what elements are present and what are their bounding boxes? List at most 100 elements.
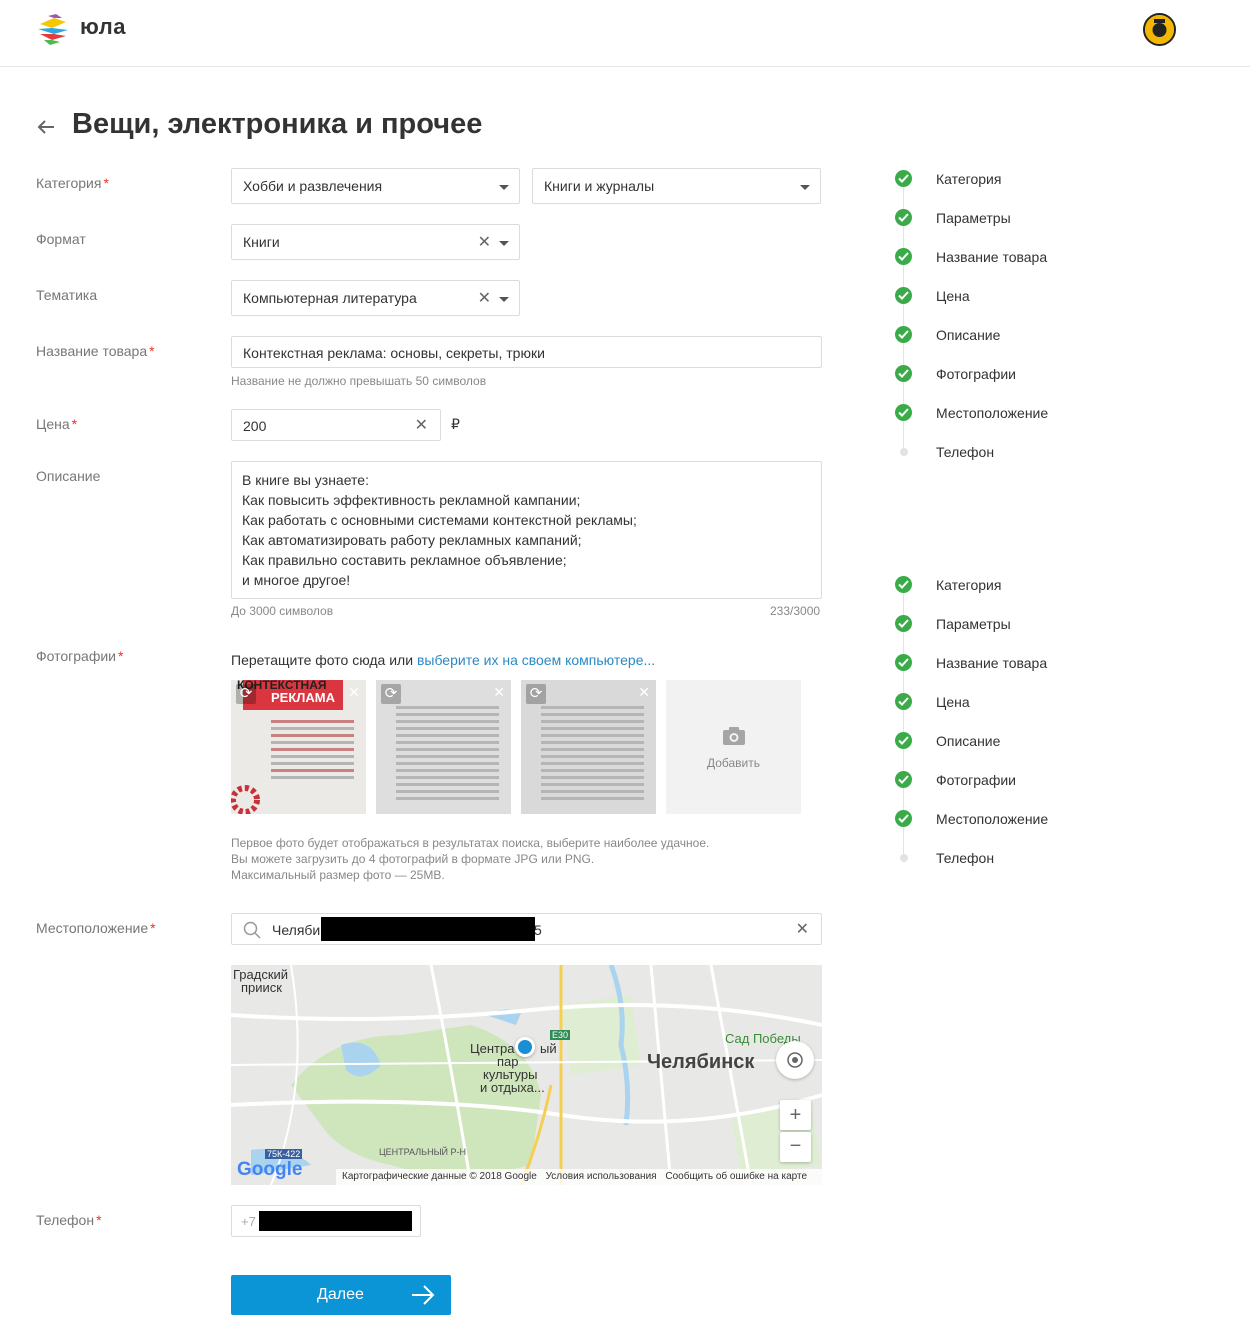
progress-step-label: Категория xyxy=(936,171,1002,187)
check-icon xyxy=(895,693,912,710)
progress-step-label: Название товара xyxy=(936,249,1048,265)
check-icon xyxy=(895,170,912,187)
progress-step-label: Телефон xyxy=(936,850,995,866)
check-icon xyxy=(895,732,912,749)
brand-name[interactable]: юла xyxy=(80,14,126,40)
choose-files-link[interactable]: выберите их на своем компьютере... xyxy=(417,652,655,668)
photo-thumbnail[interactable]: КОНТЕКСТНАЯ РЕКЛАМА ⟳ ✕ xyxy=(231,680,366,814)
theme-select[interactable]: Компьютерная литература ✕ xyxy=(231,280,520,316)
description-line: Как правильно составить рекламное объявл… xyxy=(242,552,567,568)
progress-step-label: Название товара xyxy=(936,655,1048,671)
check-icon xyxy=(895,404,912,421)
description-textarea[interactable]: В книге вы узнаете: Как повысить эффекти… xyxy=(231,461,822,599)
chevron-down-icon xyxy=(499,297,509,302)
gear-decoration-icon xyxy=(231,785,260,814)
photo-thumbnail[interactable]: ⟳ ✕ xyxy=(376,680,511,814)
my-location-button[interactable] xyxy=(776,1041,814,1079)
add-photo-button[interactable]: Добавить xyxy=(666,680,801,814)
check-icon xyxy=(895,209,912,226)
close-icon[interactable]: ✕ xyxy=(348,684,360,701)
location-value: Челяби xyxy=(272,922,321,938)
progress-step-label: Телефон xyxy=(936,444,995,460)
product-name-value: Контекстная реклама: основы, секреты, тр… xyxy=(243,345,545,361)
clear-icon[interactable]: ✕ xyxy=(415,415,428,435)
description-counter: 233/3000 xyxy=(770,604,821,618)
format-select[interactable]: Книги ✕ xyxy=(231,224,520,260)
progress-step-label: Цена xyxy=(936,694,970,710)
clear-icon[interactable]: ✕ xyxy=(478,288,491,308)
phone-label: Телефон * xyxy=(36,1212,102,1228)
chevron-down-icon xyxy=(499,185,509,190)
next-button-label: Далее xyxy=(317,1286,364,1303)
progress-step-label: Описание xyxy=(936,733,1001,749)
yula-logo-icon[interactable] xyxy=(36,12,70,46)
location-map[interactable]: Градский прииск Сад Победы Челябинск Цен… xyxy=(231,965,822,1185)
progress-step-label: Параметры xyxy=(936,210,1011,226)
map-footer: Картографические данные © 2018 Google Ус… xyxy=(336,1169,822,1185)
map-place-label: и отдыха... xyxy=(480,1080,545,1095)
top-header: юла xyxy=(0,0,1250,67)
map-road-badge: E30 xyxy=(550,1030,571,1040)
redacted-block xyxy=(259,1211,412,1231)
chevron-down-icon xyxy=(800,185,810,190)
product-name-hint: Название не должно превышать 50 символов xyxy=(231,374,487,388)
rotate-icon[interactable]: ⟳ xyxy=(381,684,401,704)
page-title: Вещи, электроника и прочее xyxy=(72,108,483,140)
category-value: Хобби и развлечения xyxy=(243,178,383,194)
google-logo: Google xyxy=(237,1159,303,1180)
subcategory-select[interactable]: Книги и журналы xyxy=(532,168,821,204)
close-icon[interactable]: ✕ xyxy=(493,684,505,701)
progress-step-label: Фотографии xyxy=(936,772,1017,788)
format-label: Формат xyxy=(36,231,86,247)
check-icon xyxy=(895,365,912,382)
map-terms-link[interactable]: Условия использования xyxy=(546,1171,657,1182)
next-button[interactable]: Далее xyxy=(231,1275,451,1315)
description-line: и многое другое! xyxy=(242,572,351,588)
user-avatar[interactable] xyxy=(1143,13,1176,46)
check-icon xyxy=(895,326,912,343)
location-label: Местоположение * xyxy=(36,920,156,936)
add-photo-label: Добавить xyxy=(706,756,761,770)
price-label: Цена * xyxy=(36,416,78,432)
price-input[interactable]: 200 ✕ xyxy=(231,409,441,441)
map-district-label: ЦЕНТРАЛЬНЫЙ Р-Н xyxy=(379,1147,467,1157)
progress-step-label: Местоположение xyxy=(936,405,1049,421)
subcategory-value: Книги и журналы xyxy=(544,178,655,194)
progress-step-label: Цена xyxy=(936,288,970,304)
pending-dot-icon xyxy=(900,854,908,862)
description-label: Описание xyxy=(36,468,101,484)
photo-drop-text: Перетащите фото сюда или выберите их на … xyxy=(231,652,656,668)
format-value: Книги xyxy=(243,234,280,250)
map-city-label: Челябинск xyxy=(647,1051,755,1073)
pending-dot-icon xyxy=(900,448,908,456)
book-text-lines xyxy=(396,706,499,804)
map-location-pin[interactable] xyxy=(515,1037,535,1057)
photo-hint: Вы можете загрузить до 4 фотографий в фо… xyxy=(231,852,595,866)
search-icon xyxy=(243,921,261,939)
product-name-label: Название товара * xyxy=(36,343,155,359)
clear-icon[interactable]: ✕ xyxy=(796,919,809,939)
zoom-in-button[interactable]: + xyxy=(780,1100,811,1130)
progress-step-label: Фотографии xyxy=(936,366,1017,382)
description-hint: До 3000 символов xyxy=(231,604,334,618)
rotate-icon[interactable]: ⟳ xyxy=(526,684,546,704)
product-name-input[interactable]: Контекстная реклама: основы, секреты, тр… xyxy=(231,336,822,368)
phone-input[interactable]: +7 xyxy=(231,1205,421,1237)
check-icon xyxy=(895,771,912,788)
photo-thumbnail[interactable]: ⟳ ✕ xyxy=(521,680,656,814)
location-search-input[interactable]: Челяби 5 ✕ xyxy=(231,913,822,945)
progress-step-label: Местоположение xyxy=(936,811,1049,827)
photos-label: Фотографии * xyxy=(36,648,124,664)
map-report-link[interactable]: Сообщить об ошибке на карте xyxy=(665,1171,807,1182)
progress-step-label: Описание xyxy=(936,327,1001,343)
book-cover-subtitle: РЕКЛАМА xyxy=(271,690,336,705)
clear-icon[interactable]: ✕ xyxy=(478,232,491,252)
category-select[interactable]: Хобби и развлечения xyxy=(231,168,520,204)
close-icon[interactable]: ✕ xyxy=(638,684,650,701)
map-road-badge: 75К-422 xyxy=(265,1149,303,1159)
back-arrow-icon[interactable] xyxy=(36,117,56,137)
rotate-icon[interactable]: ⟳ xyxy=(236,684,256,704)
zoom-out-button[interactable]: − xyxy=(780,1132,811,1162)
redacted-block xyxy=(321,917,535,941)
theme-label: Тематика xyxy=(36,287,98,303)
